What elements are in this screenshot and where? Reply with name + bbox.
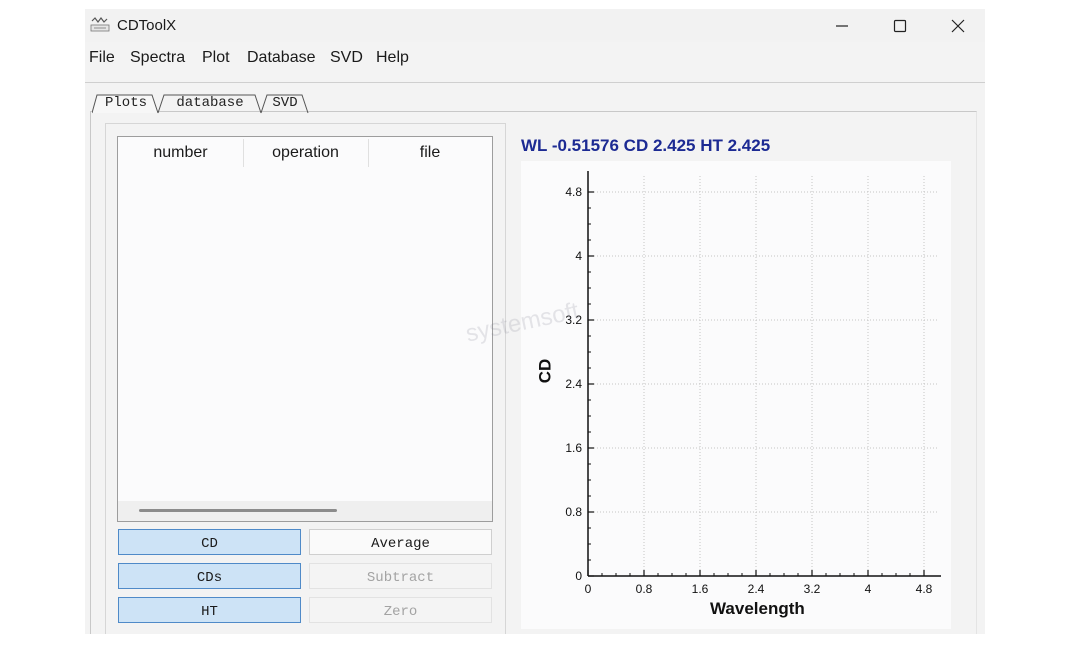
menu-database[interactable]: Database — [247, 49, 316, 67]
x-tick-label: 3.2 — [804, 582, 821, 596]
ht-button[interactable]: HT — [118, 597, 301, 623]
app-logo-icon — [90, 17, 110, 33]
tab-plots[interactable]: Plots — [98, 93, 154, 112]
cd-plot[interactable]: 0 0.8 1.6 2.4 3.2 4 4.800.81.62.43.244.8 — [521, 161, 951, 629]
menu-plot[interactable]: Plot — [202, 49, 230, 67]
menu-svd[interactable]: SVD — [330, 49, 363, 67]
close-button[interactable] — [933, 9, 983, 42]
menu-help[interactable]: Help — [376, 49, 409, 67]
maximize-button[interactable] — [875, 9, 925, 42]
title-bar: CDToolX — [85, 9, 985, 42]
menu-divider — [85, 82, 985, 83]
menu-spectra[interactable]: Spectra — [130, 49, 185, 67]
y-tick-label: 1.6 — [565, 441, 582, 455]
scrollbar-thumb[interactable] — [139, 509, 337, 512]
y-tick-label: 0.8 — [565, 505, 582, 519]
operations-table[interactable]: number operation file — [117, 136, 493, 522]
x-tick-label: 1.6 — [692, 582, 709, 596]
x-tick-label: 4 — [865, 582, 872, 596]
minimize-icon — [836, 24, 848, 27]
horizontal-scrollbar[interactable] — [118, 501, 492, 521]
x-tick-label: 4.8 — [916, 582, 933, 596]
y-tick-label: 0 — [575, 569, 582, 583]
subtract-button[interactable]: Subtract — [309, 563, 492, 589]
tab-database[interactable]: database — [164, 93, 256, 112]
window-title: CDToolX — [117, 17, 177, 34]
y-axis-label: CD — [535, 358, 555, 384]
x-axis-label: Wavelength — [710, 599, 805, 618]
y-tick-label: 4.8 — [565, 185, 582, 199]
app-window: CDToolX File Spectra Plot Database SVD H… — [85, 9, 985, 634]
x-tick-label: 2.4 — [748, 582, 765, 596]
column-header-file[interactable]: file — [368, 137, 492, 167]
tab-svd[interactable]: SVD — [266, 93, 304, 112]
close-icon — [951, 19, 965, 32]
x-tick-label: 0.8 — [636, 582, 653, 596]
average-button[interactable]: Average — [309, 529, 492, 555]
menu-file[interactable]: File — [89, 49, 115, 67]
y-tick-label: 4 — [575, 249, 582, 263]
minimize-button[interactable] — [817, 9, 867, 42]
x-tick-label: 0 — [585, 582, 592, 596]
column-header-operation[interactable]: operation — [243, 137, 368, 167]
cds-button[interactable]: CDs — [118, 563, 301, 589]
menu-bar: File Spectra Plot Database SVD Help — [85, 44, 985, 74]
y-tick-label: 2.4 — [565, 377, 582, 391]
maximize-icon — [893, 19, 907, 32]
column-header-number[interactable]: number — [118, 137, 243, 167]
zero-button[interactable]: Zero — [309, 597, 492, 623]
cd-button[interactable]: CD — [118, 529, 301, 555]
cursor-readout: WL -0.51576 CD 2.425 HT 2.425 — [521, 136, 771, 155]
